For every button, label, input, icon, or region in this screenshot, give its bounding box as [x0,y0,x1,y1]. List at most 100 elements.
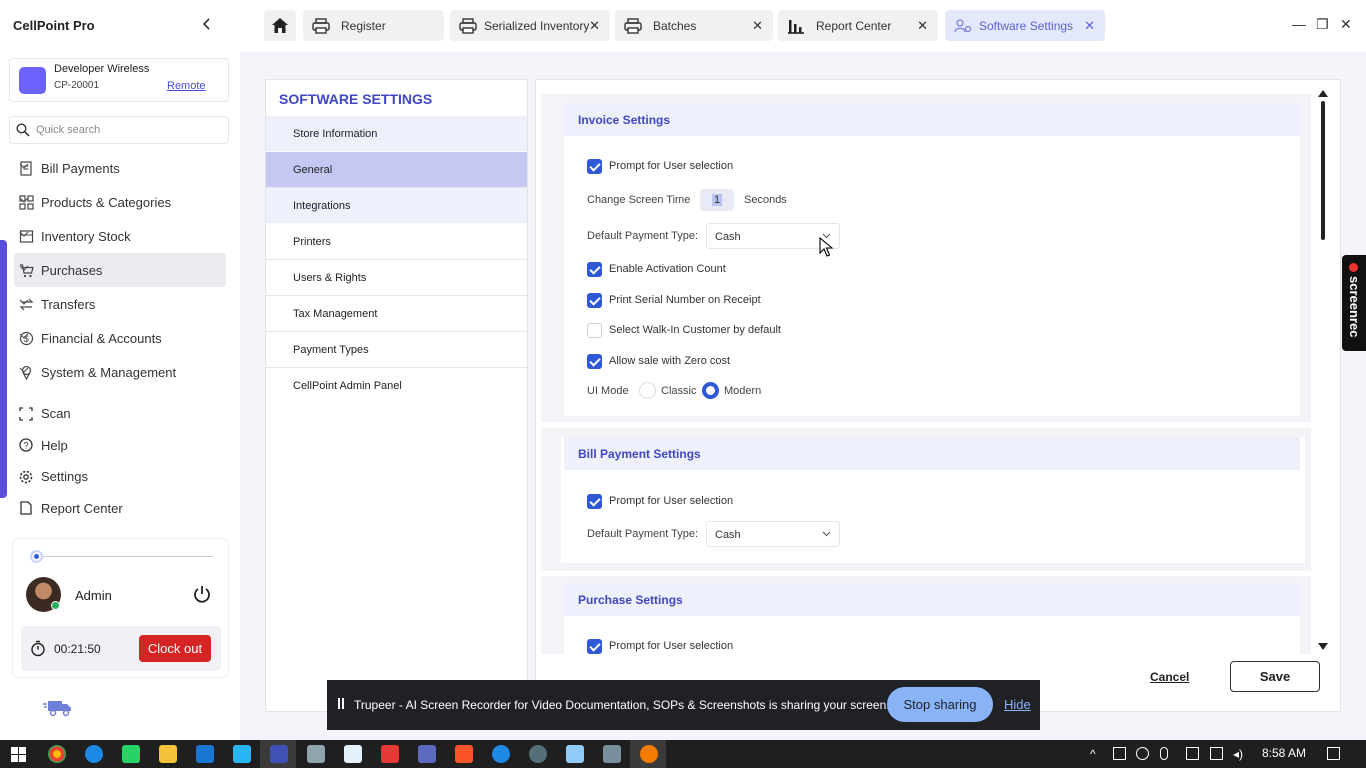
chrome-icon[interactable] [48,745,66,763]
document-icon [20,501,32,515]
tab-label: Batches [653,19,697,33]
hide-link[interactable]: Hide [1004,697,1031,712]
zero-cost-checkbox[interactable]: Allow sale with Zero cost [587,353,730,369]
power-icon[interactable] [192,584,212,604]
settings-item-label: Payment Types [293,344,369,356]
slider-handle[interactable] [30,550,43,563]
sidebar-item-inventory-stock[interactable]: Inventory Stock [14,219,226,253]
sidebar-item-bill-payments[interactable]: Bill Payments [14,151,226,185]
app-icon[interactable] [566,745,584,763]
scrollbar-thumb[interactable] [1321,101,1325,240]
file-explorer-icon[interactable] [159,745,177,763]
notifications-icon[interactable] [1327,747,1340,760]
stop-sharing-button[interactable]: Stop sharing [887,687,993,722]
tab-home[interactable] [264,10,296,41]
invoice-section-header: Invoice Settings [564,103,1300,136]
scroll-up-arrow-icon[interactable] [1318,90,1328,97]
sidebar-item-products-categories[interactable]: Products & Categories [14,185,226,219]
walk-in-customer-checkbox[interactable]: Select Walk-In Customer by default [587,322,781,338]
bill-payment-section-title: Bill Payment Settings [578,447,701,461]
settings-item-store-information[interactable]: Store Information [266,116,527,152]
store-icon[interactable] [196,745,214,763]
sidebar: CellPoint Pro Developer Wireless CP-2000… [0,0,240,740]
print-serial-checkbox[interactable]: Print Serial Number on Receipt [587,292,761,308]
restore-icon[interactable]: ❐ [1316,16,1329,33]
sidebar-item-scan[interactable]: Scan [14,398,226,430]
chevron-down-icon [19,265,29,271]
tab-serialized-inventory[interactable]: Serialized Inventory ✕ [450,10,610,41]
sidebar-item-financial-accounts[interactable]: $ Financial & Accounts [14,321,226,355]
close-icon[interactable]: ✕ [752,18,763,34]
app-icon[interactable] [307,745,325,763]
ui-mode-label: UI Mode [587,385,629,397]
purchase-prompt-user-checkbox[interactable]: Prompt for User selection [587,638,733,654]
bill-default-payment-select[interactable]: Cash [706,521,840,547]
sidebar-item-purchases[interactable]: Purchases [14,253,226,287]
close-icon[interactable]: ✕ [1084,18,1095,34]
printer-icon [312,18,330,34]
calculator-icon[interactable] [603,745,621,763]
teams-icon[interactable] [418,745,436,763]
cellpoint-icon[interactable] [270,745,288,763]
close-icon[interactable]: ✕ [589,18,600,34]
enable-activation-checkbox[interactable]: Enable Activation Count [587,261,726,277]
tab-report-center[interactable]: Report Center ✕ [778,10,938,41]
scroll-down-arrow-icon[interactable] [1318,643,1328,650]
screenrec-widget[interactable]: screenrec [1342,255,1366,351]
tab-batches[interactable]: Batches ✕ [615,10,773,41]
settings-item-users-rights[interactable]: Users & Rights [266,260,527,296]
app-icon[interactable] [344,745,362,763]
sidebar-item-label: Scan [41,406,71,422]
delivery-truck-icon[interactable] [43,698,73,718]
store-card[interactable]: Developer Wireless CP-20001 Remote [9,58,229,102]
bill-prompt-user-checkbox[interactable]: Prompt for User selection [587,493,733,509]
brave-icon[interactable] [455,745,473,763]
sidebar-item-settings[interactable]: Settings [14,461,226,493]
app-icon[interactable] [640,745,658,763]
remote-link[interactable]: Remote [167,80,206,92]
chevron-up-icon[interactable]: ^ [1090,747,1103,761]
settings-item-payment-types[interactable]: Payment Types [266,332,527,368]
edge-icon[interactable] [85,745,103,763]
windows-start-icon[interactable] [11,747,26,762]
app-icon[interactable] [492,745,510,763]
collapse-sidebar-button[interactable] [200,16,216,34]
sidebar-item-report-center[interactable]: Report Center [14,493,226,525]
app-icon[interactable] [233,745,251,763]
close-icon[interactable]: ✕ [917,18,928,34]
sidebar-item-help[interactable]: ? Help [14,430,226,462]
app-icon[interactable] [529,745,547,763]
purchase-section-title: Purchase Settings [578,593,683,607]
whatsapp-icon[interactable] [122,745,140,763]
quick-search[interactable] [9,116,229,144]
save-button[interactable]: Save [1230,661,1320,692]
clock-out-button[interactable]: Clock out [139,635,211,662]
volume-icon[interactable]: ◂) [1233,747,1246,761]
settings-item-integrations[interactable]: Integrations [266,188,527,224]
sidebar-item-transfers[interactable]: Transfers [14,287,226,321]
battery-icon[interactable] [1186,747,1199,760]
app-icon[interactable] [381,745,399,763]
close-window-icon[interactable]: ✕ [1340,16,1352,33]
settings-item-printers[interactable]: Printers [266,224,527,260]
minimize-icon[interactable]: — [1292,16,1306,32]
cloud-icon[interactable] [1136,747,1149,760]
search-input[interactable] [36,121,222,139]
tab-register[interactable]: Register [303,10,444,41]
tab-software-settings[interactable]: Software Settings ✕ [945,10,1105,41]
settings-item-general[interactable]: General [266,152,527,188]
microphone-icon[interactable] [1160,747,1168,760]
tray-icon[interactable] [1113,747,1126,760]
ui-mode-modern-radio[interactable] [702,382,719,399]
ui-mode-classic-radio[interactable] [639,382,656,399]
change-screen-time-input[interactable]: 1 [700,189,734,211]
invoice-section-title: Invoice Settings [578,113,671,127]
sidebar-item-system-management[interactable]: System & Management [14,355,226,389]
settings-item-tax-management[interactable]: Tax Management [266,296,527,332]
invoice-prompt-user-checkbox[interactable]: Prompt for User selection [587,158,733,174]
settings-item-admin-panel[interactable]: CellPoint Admin Panel [266,368,527,404]
taskbar-clock[interactable]: 8:58 AM [1262,746,1306,760]
cancel-button[interactable]: Cancel [1150,670,1189,684]
checkbox-checked-icon [587,353,602,369]
network-icon[interactable] [1210,747,1223,760]
